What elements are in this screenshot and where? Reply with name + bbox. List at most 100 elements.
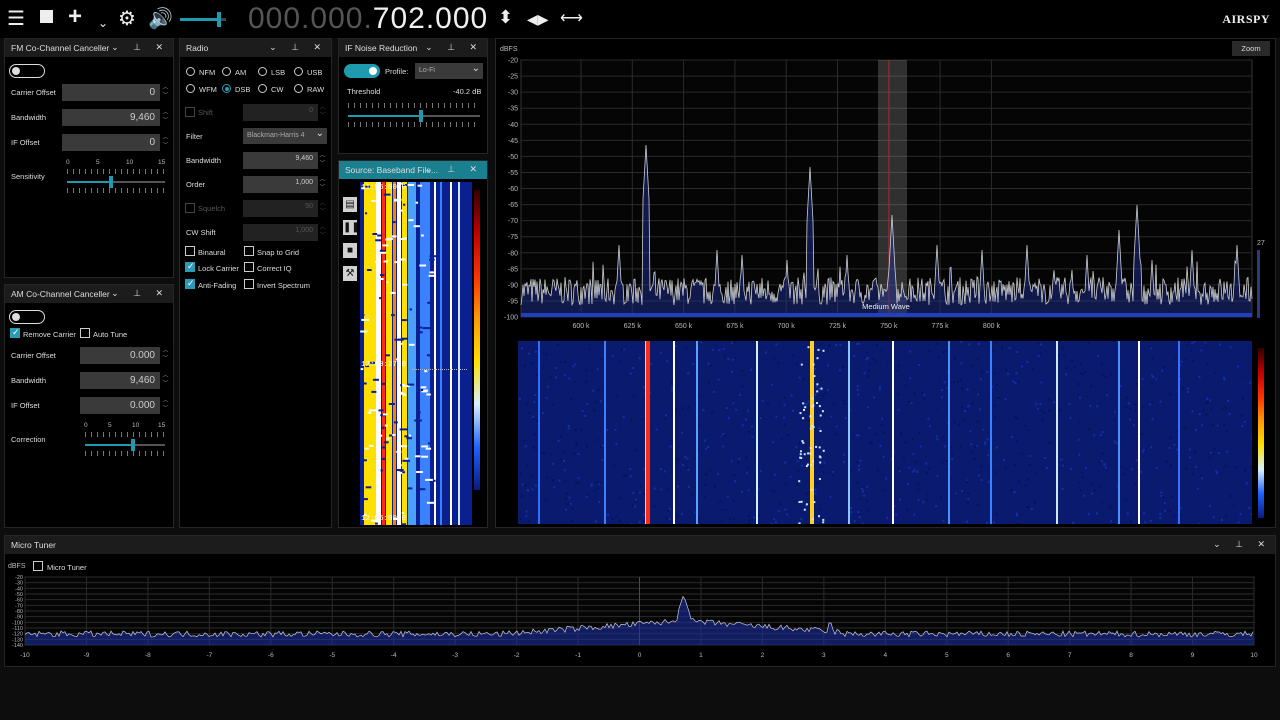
noise-dot	[564, 480, 567, 483]
source-speckle	[381, 446, 386, 449]
if-offset-field[interactable]: 0.000	[80, 397, 160, 414]
frequency-active-digits[interactable]: 702.000	[373, 2, 488, 35]
mode-radio-raw[interactable]	[294, 84, 303, 93]
stop-icon[interactable]	[40, 10, 53, 23]
invert-spectrum-checkbox[interactable]	[244, 279, 254, 289]
if-offset-spinner[interactable]: ︿ ﹀	[161, 134, 170, 151]
bandwidth-spinner[interactable]: ︿ ﹀	[161, 372, 170, 389]
gear-icon[interactable]: ⚙	[118, 8, 136, 30]
time-label: 11:55:00.0	[361, 184, 407, 192]
if-offset-spinner[interactable]: ︿ ﹀	[161, 397, 170, 414]
noise-dot	[829, 496, 832, 499]
noise-dot	[684, 347, 687, 350]
noise-dot	[969, 430, 972, 433]
spectrum-plot[interactable]: -20 -25 -30 -35 -40 -45 -50 -55 -60 -65 -70 -75 -80 -…	[497, 55, 1267, 335]
correct-iq-checkbox[interactable]	[244, 262, 254, 272]
noise-dot	[1192, 359, 1195, 362]
noise-dot	[535, 373, 538, 376]
lock-carrier-checkbox[interactable]	[185, 261, 195, 272]
am-enable-toggle[interactable]	[9, 310, 45, 324]
order-field[interactable]: 1,000	[243, 176, 318, 193]
mode-radio-nfm[interactable]	[186, 67, 195, 76]
frequency-dim-digits[interactable]: 000.000.	[248, 2, 373, 35]
panel-controls[interactable]: ⌄ ⊥ ✕	[111, 42, 169, 53]
noise-dot	[953, 421, 956, 424]
cw-shift-spinner[interactable]: ︿ ﹀	[318, 224, 327, 241]
add-icon[interactable]: +	[68, 5, 82, 29]
shift-spinner[interactable]: ︿ ﹀	[318, 104, 327, 121]
carrier-offset-field[interactable]: 0.000	[80, 347, 160, 364]
mode-radio-lsb[interactable]	[258, 67, 267, 76]
cw-shift-field[interactable]: 1,000	[243, 224, 318, 241]
zoom-button[interactable]: Zoom	[1232, 41, 1270, 56]
snap-to-grid-checkbox[interactable]	[244, 246, 254, 256]
noise-dot	[1209, 399, 1211, 402]
noise-dot	[761, 399, 764, 402]
threshold-slider[interactable]	[348, 110, 480, 122]
mode-radio-usb[interactable]	[294, 67, 303, 76]
profile-select[interactable]: Lo-Fi	[415, 63, 483, 79]
squelch-spinner[interactable]: ︿ ﹀	[318, 200, 327, 217]
span-icon[interactable]: ⟷	[560, 8, 583, 30]
tools-icon[interactable]: ⚒	[343, 266, 357, 281]
bandwidth-field[interactable]: 9,460	[62, 109, 160, 126]
volume-slider[interactable]	[180, 12, 226, 27]
micro-tuner-checkbox[interactable]	[33, 561, 43, 571]
squelch-checkbox[interactable]	[185, 203, 195, 213]
order-spinner[interactable]: ︿ ﹀	[318, 176, 327, 193]
y-tick-label: -45	[508, 138, 518, 145]
noise-dot	[660, 488, 663, 491]
speckle	[811, 518, 814, 521]
mode-radio-cw[interactable]	[258, 84, 267, 93]
bandwidth-spinner[interactable]: ︿ ﹀	[161, 109, 170, 126]
mode-radio-dsb[interactable]	[222, 84, 231, 93]
filter-select[interactable]: Blackman-Harris 4	[243, 128, 327, 144]
bandwidth-field[interactable]: 9,460	[243, 152, 318, 169]
source-waterfall[interactable]	[360, 182, 472, 525]
noise-dot	[910, 402, 913, 405]
slider-thumb[interactable]	[418, 110, 423, 122]
slider-thumb[interactable]	[131, 439, 135, 451]
correction-slider[interactable]	[85, 439, 165, 451]
shift-field[interactable]: 0	[243, 104, 318, 121]
y-tick-label: -80	[508, 250, 518, 257]
menu-icon[interactable]: ☰	[7, 8, 25, 30]
squelch-field[interactable]: 50	[243, 200, 318, 217]
volume-thumb[interactable]	[217, 12, 222, 27]
panel-controls[interactable]: ⌄ ⊥ ✕	[1213, 539, 1271, 550]
if-offset-field[interactable]: 0	[62, 134, 160, 151]
leftright-icon[interactable]: ◀▶	[527, 8, 549, 30]
panel-controls[interactable]: ⌄ ⊥ ✕	[111, 288, 169, 299]
noise-dot	[642, 513, 645, 516]
panel-controls[interactable]: ⌄ ⊥ ✕	[425, 42, 483, 53]
anti-fading-checkbox[interactable]	[185, 278, 195, 289]
fm-enable-toggle[interactable]	[9, 64, 45, 78]
pause-icon[interactable]: ❚❚	[343, 220, 360, 235]
chevron-down-icon[interactable]: ⌄	[98, 12, 108, 34]
auto-tune-checkbox[interactable]	[80, 328, 90, 338]
slider-thumb[interactable]	[109, 176, 114, 188]
noise-dot	[858, 516, 861, 518]
frequency-display[interactable]: 000.000.702.000	[248, 3, 488, 35]
main-waterfall[interactable]	[518, 341, 1252, 524]
open-file-icon[interactable]: ▤	[343, 197, 357, 212]
shift-checkbox[interactable]	[185, 107, 195, 117]
bandwidth-field[interactable]: 9,460	[80, 372, 160, 389]
remove-carrier-checkbox[interactable]	[10, 327, 20, 338]
micro-tuner-plot[interactable]: -20-30-40-50-60-70-80-90-100-110-120-130…	[5, 574, 1270, 664]
carrier-offset-spinner[interactable]: ︿ ﹀	[161, 84, 170, 101]
mode-radio-am[interactable]	[222, 67, 231, 76]
bandwidth-spinner[interactable]: ︿ ﹀	[318, 152, 327, 169]
sensitivity-slider[interactable]	[67, 176, 165, 188]
binaural-checkbox[interactable]	[185, 246, 195, 256]
updown-icon[interactable]: ⬍	[498, 6, 513, 28]
panel-controls[interactable]: ⌄ ⊥ ✕	[425, 164, 483, 175]
noise-dot	[663, 470, 666, 473]
noise-reduction-toggle[interactable]	[344, 64, 380, 78]
mode-radio-wfm[interactable]	[186, 84, 195, 93]
speaker-icon[interactable]: 🔊	[148, 8, 173, 30]
carrier-offset-field[interactable]: 0	[62, 84, 160, 101]
panel-controls[interactable]: ⌄ ⊥ ✕	[269, 42, 327, 53]
carrier-offset-spinner[interactable]: ︿ ﹀	[161, 347, 170, 364]
stop-icon[interactable]: ■	[343, 243, 357, 258]
